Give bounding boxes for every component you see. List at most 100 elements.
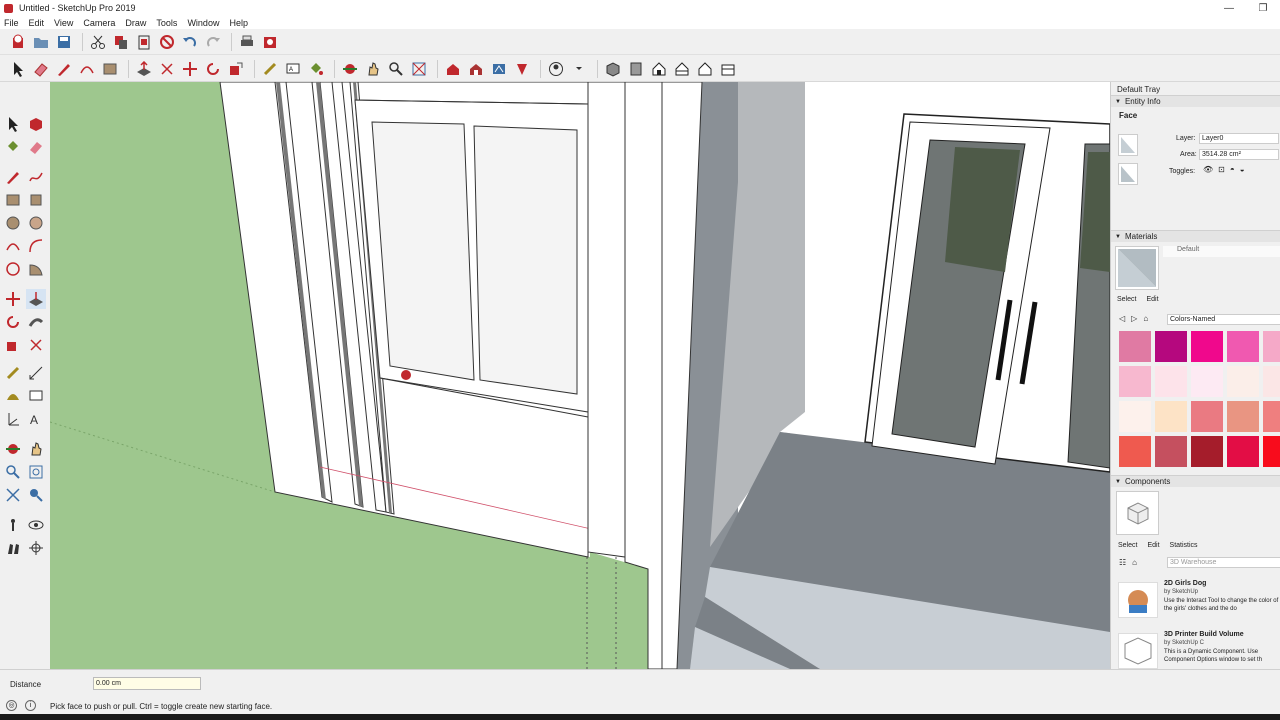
- material-swatch[interactable]: [1191, 366, 1223, 397]
- material-swatch[interactable]: [1191, 331, 1223, 362]
- erase-icon[interactable]: [157, 32, 177, 52]
- save-icon[interactable]: [54, 32, 74, 52]
- menu-edit[interactable]: Edit: [29, 18, 45, 28]
- paint-bucket-icon[interactable]: [306, 59, 326, 79]
- component-list-item[interactable]: 2D Girls Dog by SketchUp Use the Interac…: [1116, 578, 1280, 625]
- arc-icon[interactable]: [77, 59, 97, 79]
- section-plane-tool-icon[interactable]: [26, 538, 46, 558]
- restore-button[interactable]: ❐: [1246, 3, 1280, 14]
- components-search-field[interactable]: 3D Warehouse: [1167, 557, 1280, 568]
- view-options-icon[interactable]: ☷: [1119, 558, 1126, 567]
- materials-select-tab[interactable]: Select: [1117, 296, 1136, 303]
- axes-tool-icon[interactable]: [3, 409, 23, 429]
- face-back-material-icon[interactable]: [1118, 163, 1138, 185]
- paste-icon[interactable]: [134, 32, 154, 52]
- material-swatch[interactable]: [1191, 401, 1223, 432]
- select-arrow-icon[interactable]: [8, 59, 28, 79]
- material-swatch[interactable]: [1155, 331, 1187, 362]
- rotated-rectangle-tool-icon[interactable]: [26, 190, 46, 210]
- layout-icon[interactable]: [489, 59, 509, 79]
- follow-me-tool-icon[interactable]: [26, 312, 46, 332]
- material-swatch[interactable]: [1263, 401, 1280, 432]
- offset-icon[interactable]: [157, 59, 177, 79]
- print-icon[interactable]: [237, 32, 257, 52]
- menu-view[interactable]: View: [54, 18, 73, 28]
- zoom-extents-tool-icon[interactable]: [3, 485, 23, 505]
- look-around-tool-icon[interactable]: [26, 515, 46, 535]
- material-swatch[interactable]: [1119, 331, 1151, 362]
- top-view-icon[interactable]: [626, 59, 646, 79]
- materials-edit-tab[interactable]: Edit: [1146, 296, 1158, 303]
- orbit-icon[interactable]: [340, 59, 360, 79]
- measurements-input[interactable]: 0.00 cm: [93, 677, 201, 690]
- lock-icon[interactable]: ⊡: [1218, 165, 1225, 174]
- tape-measure-tool-icon[interactable]: [3, 363, 23, 383]
- position-camera-tool-icon[interactable]: [3, 515, 23, 535]
- walk-tool-icon[interactable]: [3, 538, 23, 558]
- material-swatch[interactable]: [1227, 366, 1259, 397]
- home-icon[interactable]: ⌂: [1132, 558, 1137, 567]
- paint-bucket-tool-icon[interactable]: [3, 137, 23, 157]
- zoom-icon[interactable]: [386, 59, 406, 79]
- material-swatch[interactable]: [1263, 436, 1280, 467]
- components-select-tab[interactable]: Select: [1118, 542, 1137, 549]
- material-collection-select[interactable]: Colors-Named: [1167, 314, 1280, 325]
- cut-icon[interactable]: [88, 32, 108, 52]
- 3d-text-tool-icon[interactable]: A: [26, 409, 46, 429]
- material-swatch[interactable]: [1155, 366, 1187, 397]
- component-preview[interactable]: [1116, 491, 1159, 535]
- material-swatch[interactable]: [1119, 366, 1151, 397]
- push-pull-tool-icon[interactable]: [26, 289, 46, 309]
- zoom-previous-tool-icon[interactable]: [26, 485, 46, 505]
- two-point-arc-tool-icon[interactable]: [26, 236, 46, 256]
- material-swatch[interactable]: [1119, 436, 1151, 467]
- back-arrow-icon[interactable]: ◁: [1119, 314, 1125, 323]
- material-swatch[interactable]: [1119, 401, 1151, 432]
- info-icon[interactable]: i: [25, 700, 36, 711]
- menu-tools[interactable]: Tools: [156, 18, 177, 28]
- orbit-tool-icon[interactable]: [3, 439, 23, 459]
- rotate-icon[interactable]: [203, 59, 223, 79]
- offset-tool-icon[interactable]: [26, 335, 46, 355]
- menu-window[interactable]: Window: [187, 18, 219, 28]
- protractor-tool-icon[interactable]: [3, 386, 23, 406]
- menu-draw[interactable]: Draw: [125, 18, 146, 28]
- components-statistics-tab[interactable]: Statistics: [1170, 542, 1198, 549]
- right-view-icon[interactable]: [672, 59, 692, 79]
- scale-tool-icon[interactable]: [3, 335, 23, 355]
- text-tool-icon[interactable]: [26, 386, 46, 406]
- select-tool-icon[interactable]: [3, 114, 23, 134]
- forward-arrow-icon[interactable]: ▷: [1131, 314, 1137, 323]
- circle-tool-icon[interactable]: [3, 213, 23, 233]
- material-swatch[interactable]: [1191, 436, 1223, 467]
- layer-select[interactable]: Layer0: [1199, 133, 1279, 144]
- components-header[interactable]: ▼ Components: [1111, 475, 1280, 487]
- material-swatch[interactable]: [1227, 401, 1259, 432]
- undo-icon[interactable]: [180, 32, 200, 52]
- arc-tool-icon[interactable]: [3, 236, 23, 256]
- visibility-eye-icon[interactable]: 👁: [1203, 165, 1213, 174]
- rotate-tool-icon[interactable]: [3, 312, 23, 332]
- component-list-item[interactable]: 3D Printer Build Volume by SketchUp C Th…: [1116, 629, 1280, 669]
- geo-location-icon[interactable]: ◎: [6, 700, 17, 711]
- polygon-tool-icon[interactable]: [26, 213, 46, 233]
- eraser-icon[interactable]: [31, 59, 51, 79]
- pan-icon[interactable]: [363, 59, 383, 79]
- minimize-button[interactable]: —: [1212, 3, 1246, 14]
- menu-camera[interactable]: Camera: [83, 18, 115, 28]
- pencil-line-icon[interactable]: [54, 59, 74, 79]
- dimension-tool-icon[interactable]: [26, 363, 46, 383]
- rectangle-tool-icon[interactable]: [3, 190, 23, 210]
- three-point-arc-tool-icon[interactable]: [3, 259, 23, 279]
- tape-measure-icon[interactable]: [260, 59, 280, 79]
- material-swatch[interactable]: [1227, 331, 1259, 362]
- copy-icon[interactable]: [111, 32, 131, 52]
- material-name-field[interactable]: Default: [1163, 246, 1280, 257]
- material-swatch[interactable]: [1155, 401, 1187, 432]
- menu-help[interactable]: Help: [229, 18, 248, 28]
- materials-header[interactable]: ▼ Materials: [1111, 230, 1280, 242]
- rectangle-icon[interactable]: [100, 59, 120, 79]
- components-edit-tab[interactable]: Edit: [1147, 542, 1159, 549]
- zoom-tool-icon[interactable]: [3, 462, 23, 482]
- move-icon[interactable]: [180, 59, 200, 79]
